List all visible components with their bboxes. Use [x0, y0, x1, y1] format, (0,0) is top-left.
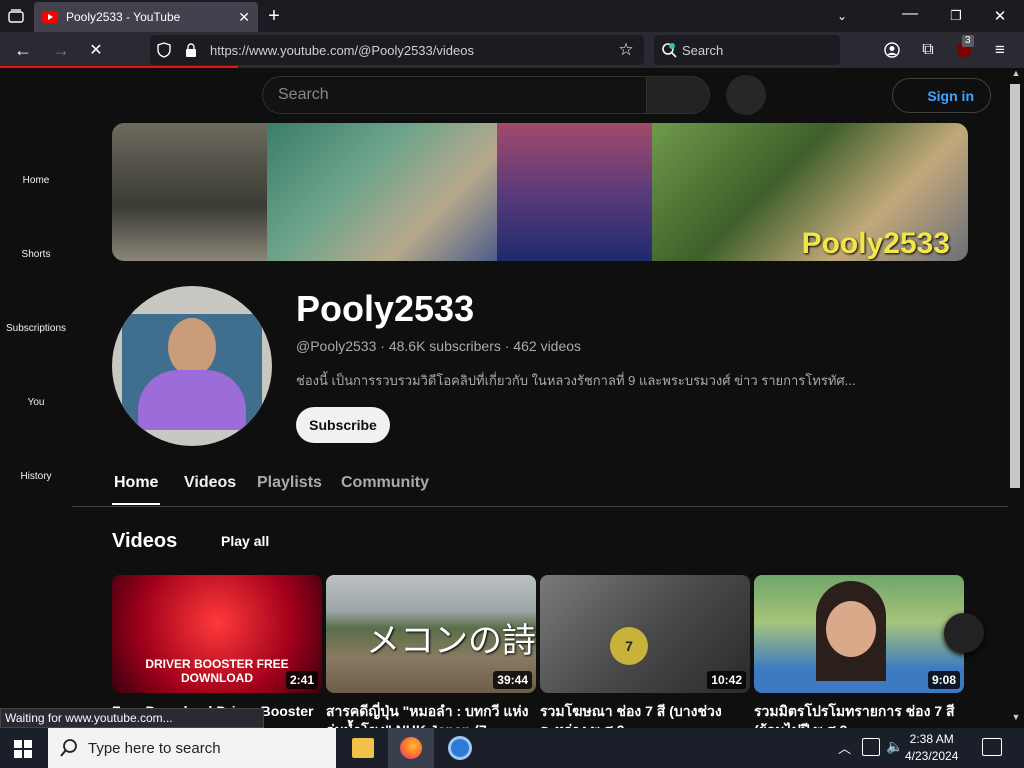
back-arrow-icon[interactable]: ← — [12, 40, 34, 60]
tabs-divider — [72, 506, 1008, 507]
sidebar-item-history[interactable]: History — [0, 471, 72, 482]
channel-banner: Pooly2533 — [112, 123, 968, 261]
channel-meta: @Pooly2533 · 48.6K subscribers · 462 vid… — [296, 338, 582, 354]
video-duration: 2:41 — [285, 671, 318, 689]
browser-search-box[interactable]: Search — [654, 35, 840, 65]
sidebar-item-you[interactable]: You — [0, 397, 72, 408]
video-thumbnail-4[interactable]: 9:08 — [754, 575, 964, 693]
youtube-search-input[interactable]: Search — [262, 76, 647, 114]
channel-description[interactable]: ช่องนี้ เป็นการรวบรวมวิดีโอคลิปที่เกี่ยว… — [296, 370, 896, 391]
tab-videos[interactable]: Videos — [184, 474, 236, 492]
tab-title: Pooly2533 - YouTube — [66, 10, 181, 24]
video-duration: 10:42 — [707, 671, 746, 689]
video-title-2[interactable]: สารคดีญี่ปุ่น "หมอลำ : บทกวี แห่งลุ่มน้ำ… — [326, 702, 538, 728]
extensions-puzzle-icon[interactable]: ⧉ — [918, 40, 938, 60]
sidebar-item-subscriptions[interactable]: Subscriptions — [0, 323, 72, 334]
tracking-protection-shield-icon[interactable] — [154, 40, 174, 60]
taskbar-search-placeholder: Type here to search — [88, 739, 221, 757]
active-tab-indicator — [112, 503, 160, 505]
show-hidden-icons-chevron-icon[interactable]: ︿ — [838, 738, 854, 756]
url-text: https://www.youtube.com/@Pooly2533/video… — [210, 42, 474, 58]
account-icon[interactable] — [882, 40, 902, 60]
play-all-button[interactable]: Play all — [221, 533, 269, 549]
video-thumbnail-1[interactable]: DRIVER BOOSTER FREE DOWNLOAD 2:41 — [112, 575, 322, 693]
subscribe-button[interactable]: Subscribe — [296, 407, 390, 443]
tab-community[interactable]: Community — [341, 474, 429, 492]
next-videos-arrow-button[interactable] — [944, 613, 984, 653]
tab-home[interactable]: Home — [114, 474, 158, 492]
clock-date: 4/23/2024 — [905, 749, 959, 763]
notifications-icon[interactable] — [982, 738, 1002, 756]
restore-window-icon[interactable]: ❐ — [946, 6, 966, 26]
youtube-search-placeholder: Search — [278, 86, 329, 103]
list-all-tabs-icon[interactable]: ⌄ — [832, 6, 852, 26]
search-engine-icon[interactable] — [660, 40, 678, 60]
section-title[interactable]: Videos — [112, 530, 177, 553]
new-tab-icon[interactable]: + — [264, 5, 284, 27]
system-clock[interactable]: 2:38 AM 4/23/2024 — [905, 731, 958, 765]
sidebar-item-home[interactable]: Home — [0, 175, 72, 186]
video-duration: 9:08 — [927, 671, 960, 689]
channel-avatar — [112, 286, 272, 446]
loading-status-text: Waiting for www.youtube.com... — [0, 708, 264, 728]
chrome-browser-icon[interactable] — [448, 736, 472, 760]
page-loading-indicator — [0, 66, 238, 68]
video-title-3[interactable]: รวมโฆษณา ช่อง 7 สี (บางช่วง ระหว่าง พ.ศ.… — [540, 702, 752, 728]
thumbnail-text: 7 — [610, 627, 648, 665]
banner-channel-name: Pooly2533 — [801, 227, 950, 260]
minimize-window-icon[interactable]: — — [900, 4, 920, 24]
address-bar[interactable]: https://www.youtube.com/@Pooly2533/video… — [150, 35, 644, 65]
thumbnail-text: メコンの詩 — [366, 621, 536, 661]
taskbar-search-icon — [60, 738, 78, 758]
scroll-down-arrow-icon[interactable]: ▼ — [1010, 712, 1022, 726]
voice-search-button[interactable] — [726, 75, 766, 115]
subscribe-label: Subscribe — [309, 417, 377, 433]
clock-time: 2:38 AM — [909, 732, 954, 746]
tab-list-icon[interactable] — [6, 6, 26, 26]
scroll-up-arrow-icon[interactable]: ▲ — [1010, 68, 1022, 82]
youtube-favicon-icon — [42, 11, 58, 23]
extension-badge-count: 3 — [962, 35, 974, 47]
windows-start-icon[interactable] — [14, 740, 32, 758]
sign-in-button[interactable]: Sign in — [892, 78, 991, 113]
stop-loading-icon[interactable]: ✕ — [86, 40, 106, 60]
volume-muted-icon[interactable]: 🔈 — [886, 738, 904, 756]
channel-name: Pooly2533 — [296, 288, 475, 329]
file-explorer-icon[interactable] — [352, 738, 374, 758]
sidebar-item-shorts[interactable]: Shorts — [0, 249, 72, 260]
tab-youtube[interactable]: Pooly2533 - YouTube ✕ — [34, 2, 258, 32]
taskbar-search-box[interactable]: Type here to search — [48, 728, 336, 768]
video-title-4[interactable]: รวมมิตรโปรโมทรายการ ช่อง 7 สี (ย้อนไปปี … — [754, 702, 966, 728]
close-window-icon[interactable]: ✕ — [990, 6, 1010, 26]
bookmark-star-icon[interactable]: ☆ — [616, 40, 636, 60]
video-thumbnail-2[interactable]: メコンの詩 39:44 — [326, 575, 536, 693]
close-tab-icon[interactable]: ✕ — [238, 9, 250, 26]
network-icon[interactable] — [862, 738, 880, 756]
hamburger-menu-icon[interactable]: ≡ — [990, 40, 1010, 60]
lock-icon[interactable] — [182, 40, 200, 60]
youtube-search-button[interactable] — [646, 76, 710, 114]
forward-arrow-icon[interactable]: → — [50, 40, 72, 60]
firefox-icon[interactable] — [400, 737, 422, 759]
scrollbar-thumb[interactable] — [1010, 84, 1020, 488]
sign-in-label: Sign in — [927, 87, 974, 104]
tab-playlists[interactable]: Playlists — [257, 474, 322, 492]
video-thumbnail-3[interactable]: 7 10:42 — [540, 575, 750, 693]
video-duration: 39:44 — [493, 671, 532, 689]
browser-search-placeholder: Search — [682, 42, 724, 58]
